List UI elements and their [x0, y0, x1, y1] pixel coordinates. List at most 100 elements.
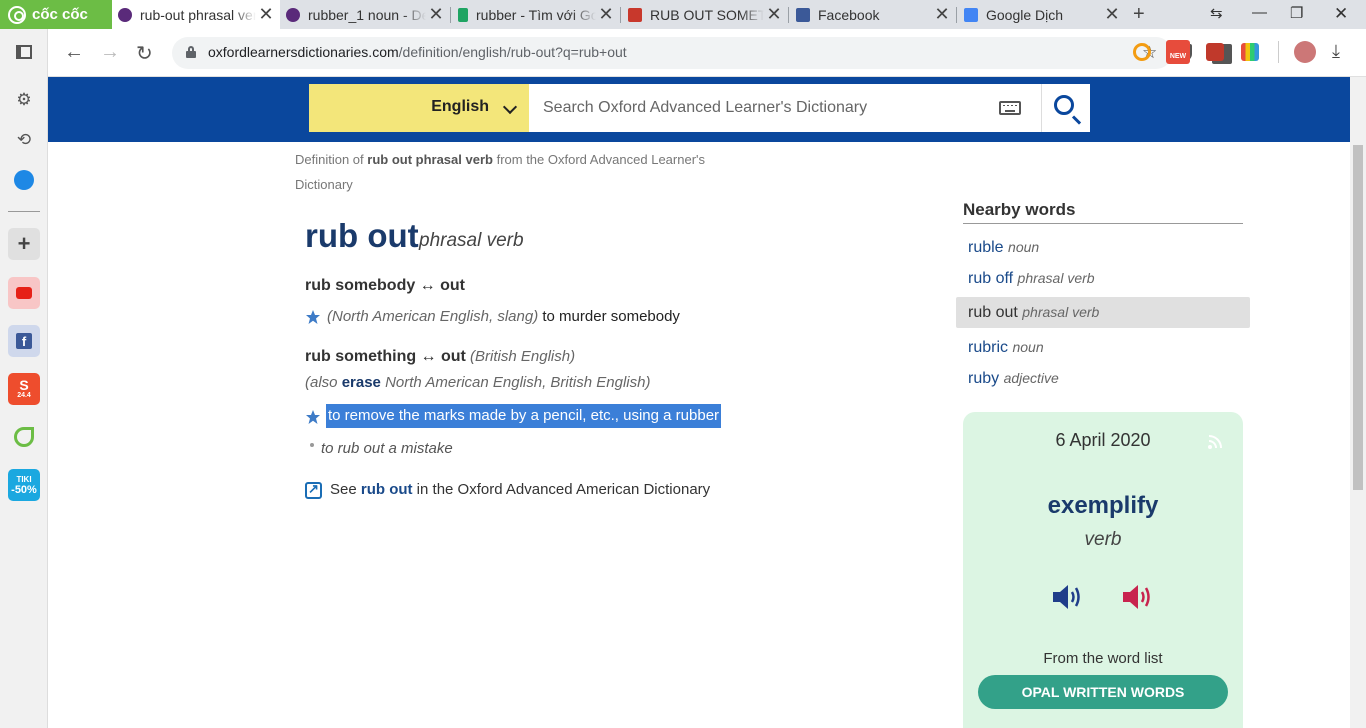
opal-written-words-button[interactable]: OPAL WRITTEN WORDS: [978, 675, 1228, 709]
tab-separator: [788, 7, 789, 23]
restore-tabs-icon[interactable]: ⇆: [1210, 4, 1223, 22]
tab-title: RUB OUT SOMETHING: [650, 6, 764, 23]
also-variant: (also erase North American English, Brit…: [305, 374, 651, 391]
nearby-item-ruby[interactable]: ruby adjective: [956, 363, 1250, 394]
nearby-item-rub-off[interactable]: rub off phrasal verb: [956, 263, 1250, 294]
messenger-icon[interactable]: [12, 168, 36, 192]
word-of-the-day-card: 6 April 2020 exemplify verb From the wor…: [963, 412, 1243, 728]
close-tab-icon[interactable]: ✕: [256, 4, 276, 25]
settings-gear-icon[interactable]: ⚙: [12, 88, 36, 112]
tab-google-translate[interactable]: Google Dịch ✕: [958, 0, 1126, 29]
youtube-icon[interactable]: [8, 277, 40, 309]
reload-icon[interactable]: ↻: [136, 41, 153, 66]
coccoc-logo-icon: [8, 5, 26, 24]
tab-rub-out[interactable]: rub-out phrasal verb - Definition, pictu…: [112, 0, 280, 29]
tab-title: Facebook: [818, 6, 880, 23]
tab-google-search[interactable]: rubber - Tìm với Google ✕: [452, 0, 620, 29]
language-label: English: [431, 98, 489, 115]
language-selector[interactable]: English: [309, 84, 529, 132]
nearby-item-rubric[interactable]: rubric noun: [956, 332, 1250, 363]
rss-feed-icon[interactable]: [1207, 434, 1223, 450]
colorful-extension-icon[interactable]: [1241, 43, 1259, 61]
sidebar-toggle-icon[interactable]: [12, 40, 36, 64]
minimize-icon[interactable]: —: [1252, 4, 1267, 21]
history-icon[interactable]: ⟲: [12, 128, 36, 152]
page-scrollbar[interactable]: [1350, 77, 1366, 728]
oxford-header: English Search Oxford Advanced Learner's…: [48, 77, 1350, 142]
cambridge-shield-icon: [628, 7, 642, 22]
erase-link[interactable]: erase: [342, 374, 381, 391]
external-link-icon: [305, 481, 322, 499]
headword: rub out: [305, 217, 419, 254]
close-tab-icon[interactable]: ✕: [426, 4, 446, 25]
tiki-label: TIKI: [16, 474, 32, 484]
maximize-icon[interactable]: ❐: [1290, 4, 1303, 22]
tab-facebook[interactable]: Facebook ✕: [790, 0, 956, 29]
toolbar-divider: [1278, 41, 1279, 63]
see-also-link[interactable]: See rub out in the Oxford Advanced Ameri…: [330, 481, 710, 498]
nearby-item-ruble[interactable]: ruble noun: [956, 232, 1250, 263]
wotd-pos: verb: [1084, 529, 1122, 550]
browser-toolbar: ← → ↻ oxfordlearnersdictionaries.com/def…: [48, 29, 1366, 77]
idiom-rub-somebody-out: rub somebody ↔ out: [305, 277, 465, 294]
download-arrow-icon[interactable]: ⤓: [1332, 41, 1350, 61]
tab-title: rub-out phrasal verb - Definition, pictu…: [140, 6, 256, 23]
oxford-favicon-icon: [118, 7, 132, 22]
close-tab-icon[interactable]: ✕: [596, 4, 616, 25]
shop-badge: 24.4: [17, 392, 31, 399]
british-pronunciation-speaker-icon[interactable]: [1051, 582, 1085, 612]
shopee-bag-icon[interactable]: S 24.4: [8, 373, 40, 405]
search-button[interactable]: [1041, 84, 1090, 132]
back-arrow-icon[interactable]: ←: [64, 41, 84, 64]
leaf-app-icon[interactable]: [8, 421, 40, 453]
tiki-icon[interactable]: TIKI -50%: [8, 469, 40, 501]
search-box[interactable]: Search Oxford Advanced Learner's Diction…: [529, 84, 1041, 132]
tab-title: rubber_1 noun - Definition: [308, 6, 426, 23]
search-icon: [1054, 95, 1074, 115]
example-bullet: [310, 443, 314, 447]
keyboard-icon[interactable]: [999, 101, 1021, 115]
search-input[interactable]: Search Oxford Advanced Learner's Diction…: [543, 99, 867, 117]
address-bar[interactable]: oxfordlearnersdictionaries.com/definitio…: [172, 37, 1232, 69]
tab-separator: [450, 7, 451, 23]
close-tab-icon[interactable]: ✕: [764, 4, 784, 25]
forward-arrow-icon[interactable]: →: [100, 41, 120, 64]
oxford3000-star-icon: [306, 310, 320, 324]
scrollbar-thumb[interactable]: [1353, 145, 1363, 490]
nearby-words-title: Nearby words: [963, 200, 1076, 219]
close-window-icon[interactable]: ✕: [1334, 4, 1348, 24]
sense-1: (North American English, slang) to murde…: [327, 308, 680, 325]
dictionary-page: English Search Oxford Advanced Learner's…: [48, 77, 1350, 728]
sidebar-divider: [8, 211, 40, 212]
facebook-icon[interactable]: f: [8, 325, 40, 357]
red-extension-icon[interactable]: [1206, 43, 1224, 61]
browser-brand[interactable]: cốc cốc: [0, 0, 112, 29]
sense-2-selected[interactable]: to remove the marks made by a pencil, et…: [326, 404, 722, 428]
new-extension-icon[interactable]: NEW: [1166, 40, 1190, 64]
wotd-word[interactable]: exemplify: [963, 492, 1243, 520]
oxford-favicon-icon: [286, 7, 300, 22]
tab-separator: [956, 7, 957, 23]
wotd-list-label: From the word list: [1043, 650, 1163, 667]
idiom-rub-something-out: rub something ↔ out (British English): [305, 348, 576, 365]
wotd-date: 6 April 2020: [1055, 430, 1151, 450]
close-tab-icon[interactable]: ✕: [932, 4, 952, 25]
close-tab-icon[interactable]: ✕: [1102, 4, 1122, 25]
coccoc-extension-icon[interactable]: [1133, 43, 1151, 61]
tab-cambridge[interactable]: RUB OUT SOMETHING ✕: [622, 0, 788, 29]
add-app-plus-icon[interactable]: +: [8, 228, 40, 260]
search-favicon-icon: [458, 7, 468, 22]
tiki-discount: -50%: [11, 483, 37, 496]
tab-title: rubber - Tìm với Google: [476, 6, 596, 23]
oxford3000-star-icon: [306, 410, 320, 424]
new-tab-plus-icon[interactable]: +: [1133, 3, 1145, 26]
tab-separator: [620, 7, 621, 23]
brand-label: cốc cốc: [32, 6, 88, 23]
url-text[interactable]: oxfordlearnersdictionaries.com/definitio…: [208, 44, 627, 60]
example-sentence: to rub out a mistake: [321, 440, 453, 457]
profile-avatar[interactable]: [1294, 41, 1316, 63]
lock-icon: [186, 46, 196, 58]
nearby-item-rub-out[interactable]: rub out phrasal verb: [956, 297, 1250, 328]
tab-rubber-noun[interactable]: rubber_1 noun - Definition ✕: [280, 0, 450, 29]
american-pronunciation-speaker-icon[interactable]: [1121, 582, 1155, 612]
